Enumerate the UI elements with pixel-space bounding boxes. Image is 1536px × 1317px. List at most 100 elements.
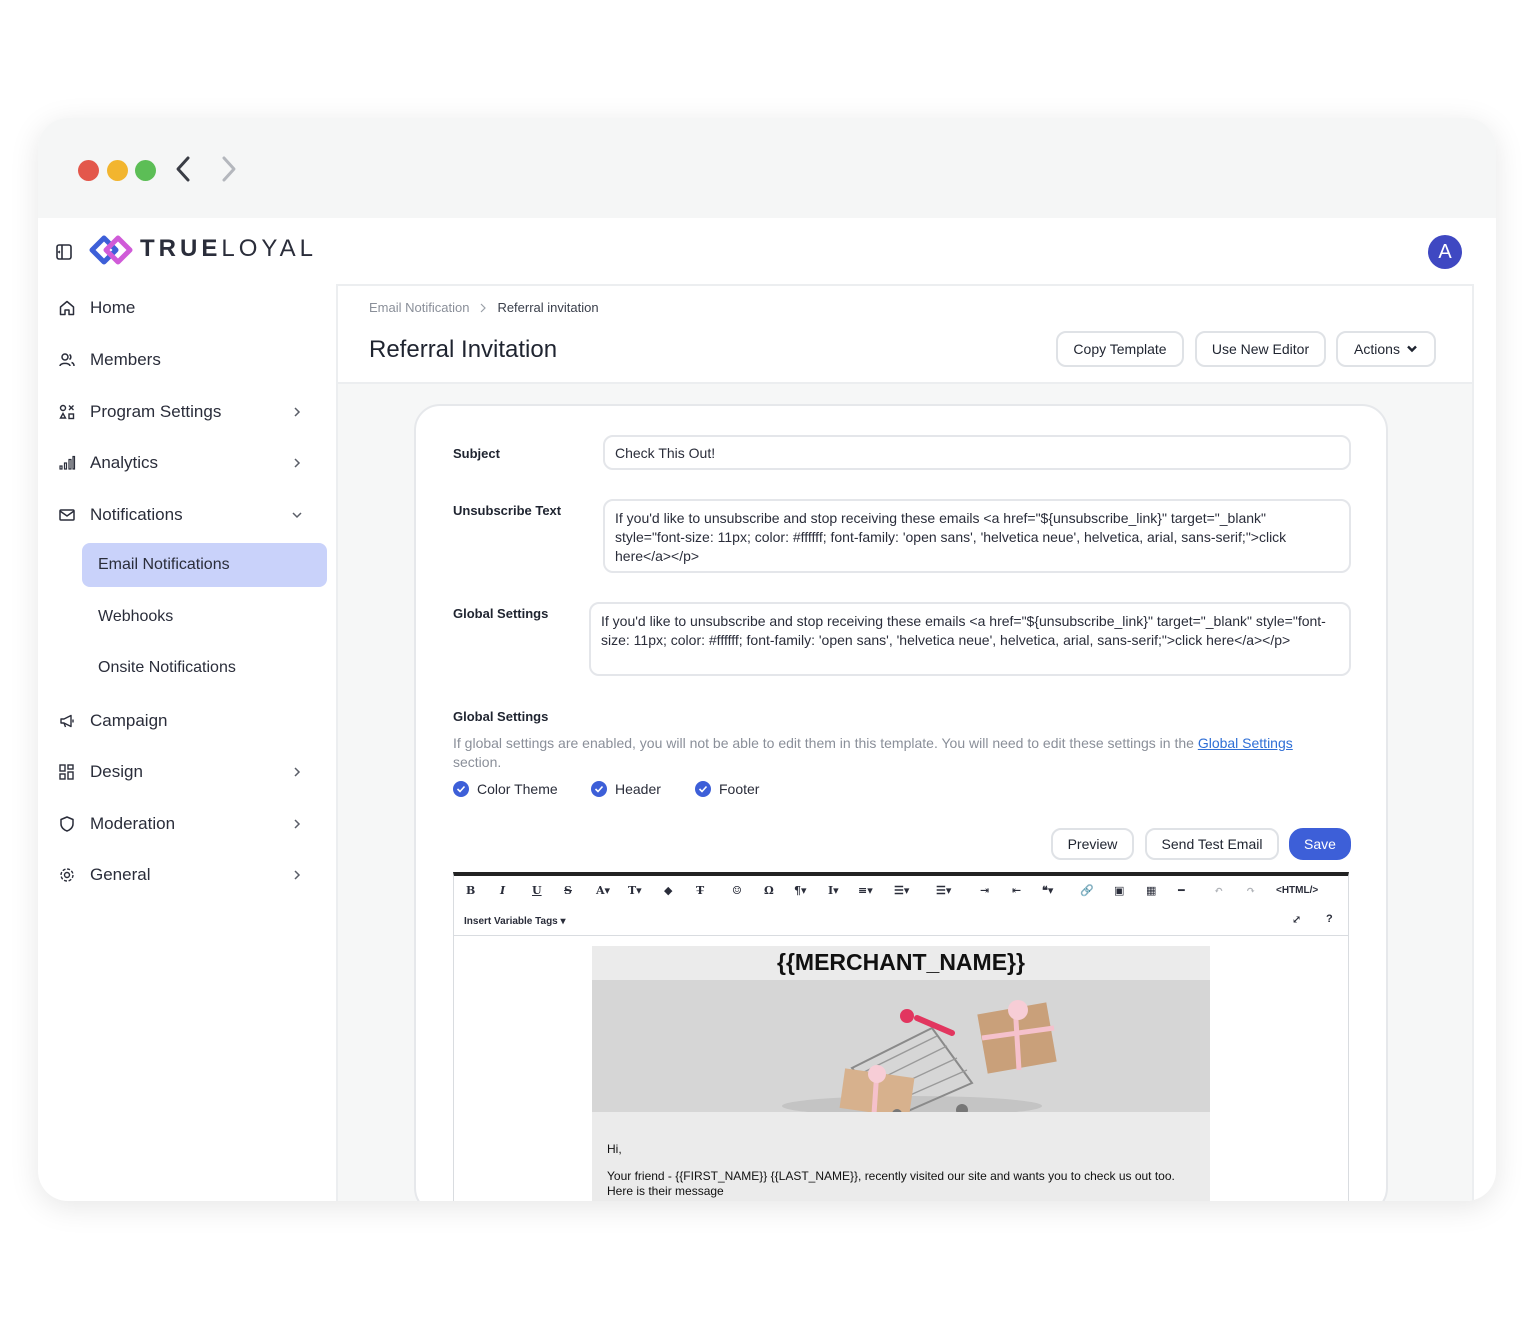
preview-button[interactable]: Preview: [1051, 828, 1134, 860]
chevron-down-icon: [1407, 345, 1417, 353]
emoji-icon[interactable]: ☺: [732, 884, 742, 897]
sidebar-subitem-email-notifications[interactable]: Email Notifications: [82, 543, 327, 587]
sidebar-item-label: Members: [90, 350, 161, 369]
color-theme-checkbox[interactable]: Color Theme: [453, 781, 558, 797]
sidebar-subitem-onsite-notifications[interactable]: Onsite Notifications: [82, 646, 327, 690]
sidebar-item-label: General: [90, 865, 151, 884]
breadcrumb-link[interactable]: Email Notification: [369, 300, 469, 315]
sidebar-item-home[interactable]: Home: [38, 286, 338, 330]
sidebar-subitem-webhooks[interactable]: Webhooks: [82, 595, 327, 639]
font-size-button[interactable]: T▾: [628, 884, 642, 897]
chevron-right-icon[interactable]: [217, 154, 241, 184]
save-button[interactable]: Save: [1289, 828, 1351, 860]
bold-button[interactable]: B: [466, 884, 475, 897]
copy-template-button[interactable]: Copy Template: [1056, 331, 1184, 367]
users-icon: [59, 353, 75, 367]
page-header: Email Notification Referral invitation R…: [338, 286, 1472, 384]
table-icon[interactable]: ▦: [1146, 884, 1156, 897]
global-settings-description: If global settings are enabled, you will…: [453, 735, 1293, 770]
chevron-right-icon: [294, 819, 301, 829]
minimize-window-dot[interactable]: [107, 160, 128, 181]
special-char-icon[interactable]: Ω: [764, 884, 774, 897]
check-icon: [453, 781, 469, 797]
avatar[interactable]: A: [1428, 235, 1462, 269]
footer-checkbox[interactable]: Footer: [695, 781, 759, 797]
page-title: Referral Invitation: [369, 336, 558, 363]
app-topbar: TRUELOYAL A: [38, 218, 1496, 284]
subject-label: Subject: [453, 446, 500, 461]
font-color-button[interactable]: A▾: [596, 884, 610, 897]
subject-input[interactable]: Check This Out!: [603, 435, 1351, 470]
sidebar-item-label: Home: [90, 298, 136, 317]
analytics-icon: [59, 455, 76, 470]
sidebar-item-notifications[interactable]: Notifications: [38, 493, 338, 537]
sidebar-item-analytics[interactable]: Analytics: [38, 441, 338, 485]
image-icon[interactable]: ▣: [1114, 884, 1124, 897]
link-icon[interactable]: 🔗: [1080, 884, 1094, 897]
email-body-line: Your friend - {{FIRST_NAME}} {{LAST_NAME…: [607, 1169, 1175, 1183]
sidebar-item-label: Program Settings: [90, 402, 222, 421]
header-checkbox[interactable]: Header: [591, 781, 661, 797]
check-icon: [695, 781, 711, 797]
redo-icon[interactable]: ↷: [1246, 884, 1255, 897]
template-form-card: Subject Check This Out! Unsubscribe Text…: [414, 404, 1388, 1201]
close-window-dot[interactable]: [78, 160, 99, 181]
quote-button[interactable]: ❝▾: [1042, 884, 1053, 897]
strikethrough-button[interactable]: S: [564, 884, 572, 897]
global-settings-link[interactable]: Global Settings: [1198, 735, 1293, 751]
html-view-button[interactable]: <HTML/>: [1276, 885, 1318, 896]
email-rich-text-editor: B I U S A▾ T▾ ◆ T̶ ☺ Ω ¶▾ I▾ ≡▾ ☰▾ ☰▾ ⇥: [453, 872, 1349, 1201]
send-test-email-button[interactable]: Send Test Email: [1145, 828, 1279, 860]
chevron-left-icon[interactable]: [171, 154, 195, 184]
maximize-window-dot[interactable]: [135, 160, 156, 181]
underline-button[interactable]: U: [532, 884, 542, 897]
sidebar-item-moderation[interactable]: Moderation: [38, 802, 338, 846]
outdent-icon[interactable]: ⇤: [1012, 884, 1021, 897]
sidebar-item-members[interactable]: Members: [38, 338, 338, 382]
chevron-right-icon: [294, 458, 301, 468]
hero-image: [592, 980, 1210, 1112]
email-body-line: Here is their message: [607, 1184, 724, 1198]
sidebar-toggle-icon[interactable]: [55, 243, 73, 261]
global-settings-field[interactable]: If you'd like to unsubscribe and stop re…: [589, 602, 1351, 676]
sidebar-subitem-label: Webhooks: [98, 608, 174, 625]
check-icon: [591, 781, 607, 797]
clear-format-icon[interactable]: T̶: [696, 884, 704, 897]
sidebar-item-general[interactable]: General: [38, 853, 338, 897]
chevron-right-icon: [481, 303, 487, 312]
sidebar-item-program-settings[interactable]: Program Settings: [38, 390, 338, 434]
editor-toolbar: B I U S A▾ T▾ ◆ T̶ ☺ Ω ¶▾ I▾ ≡▾ ☰▾ ☰▾ ⇥: [454, 876, 1348, 936]
global-settings-section-label: Global Settings: [453, 709, 549, 724]
breadcrumb-current: Referral invitation: [497, 300, 599, 315]
line-height-button[interactable]: I▾: [828, 884, 839, 897]
expand-icon[interactable]: ⤢: [1292, 913, 1301, 926]
highlight-icon[interactable]: ◆: [664, 884, 672, 897]
use-new-editor-button[interactable]: Use New Editor: [1195, 331, 1326, 367]
ordered-list-button[interactable]: ☰▾: [894, 884, 909, 897]
align-button[interactable]: ≡▾: [858, 884, 873, 897]
sidebar-item-label: Notifications: [90, 505, 183, 524]
checkbox-label: Footer: [719, 781, 760, 797]
help-icon[interactable]: ?: [1326, 913, 1333, 925]
email-greeting: Hi,: [607, 1142, 622, 1156]
email-preview: {{MERCHANT_NAME}} Hi, Your friend - {{FI…: [592, 946, 1210, 1201]
unsubscribe-text-field[interactable]: If you'd like to unsubscribe and stop re…: [603, 499, 1351, 573]
unordered-list-button[interactable]: ☰▾: [936, 884, 951, 897]
chevron-right-icon: [294, 407, 301, 417]
design-icon: [59, 764, 74, 780]
gear-icon: [60, 868, 74, 882]
paragraph-format-button[interactable]: ¶▾: [794, 884, 807, 897]
indent-icon[interactable]: ⇥: [980, 884, 989, 897]
italic-button[interactable]: I: [500, 884, 505, 897]
brand-name: TRUELOYAL: [140, 235, 317, 262]
actions-dropdown-button[interactable]: Actions: [1336, 331, 1436, 367]
sidebar-item-campaign[interactable]: Campaign: [38, 699, 338, 743]
insert-variable-tags-dropdown[interactable]: Insert Variable Tags ▾: [464, 916, 566, 927]
sidebar-item-design[interactable]: Design: [38, 750, 338, 794]
horizontal-line-icon[interactable]: ━: [1178, 884, 1185, 897]
main-content: Email Notification Referral invitation R…: [336, 284, 1474, 1201]
sidebar: Home Members Program Settings Analytics …: [38, 284, 338, 1201]
unsubscribe-text-label: Unsubscribe Text: [453, 503, 562, 518]
undo-icon[interactable]: ↶: [1214, 884, 1223, 897]
sidebar-subitem-label: Onsite Notifications: [98, 659, 236, 676]
